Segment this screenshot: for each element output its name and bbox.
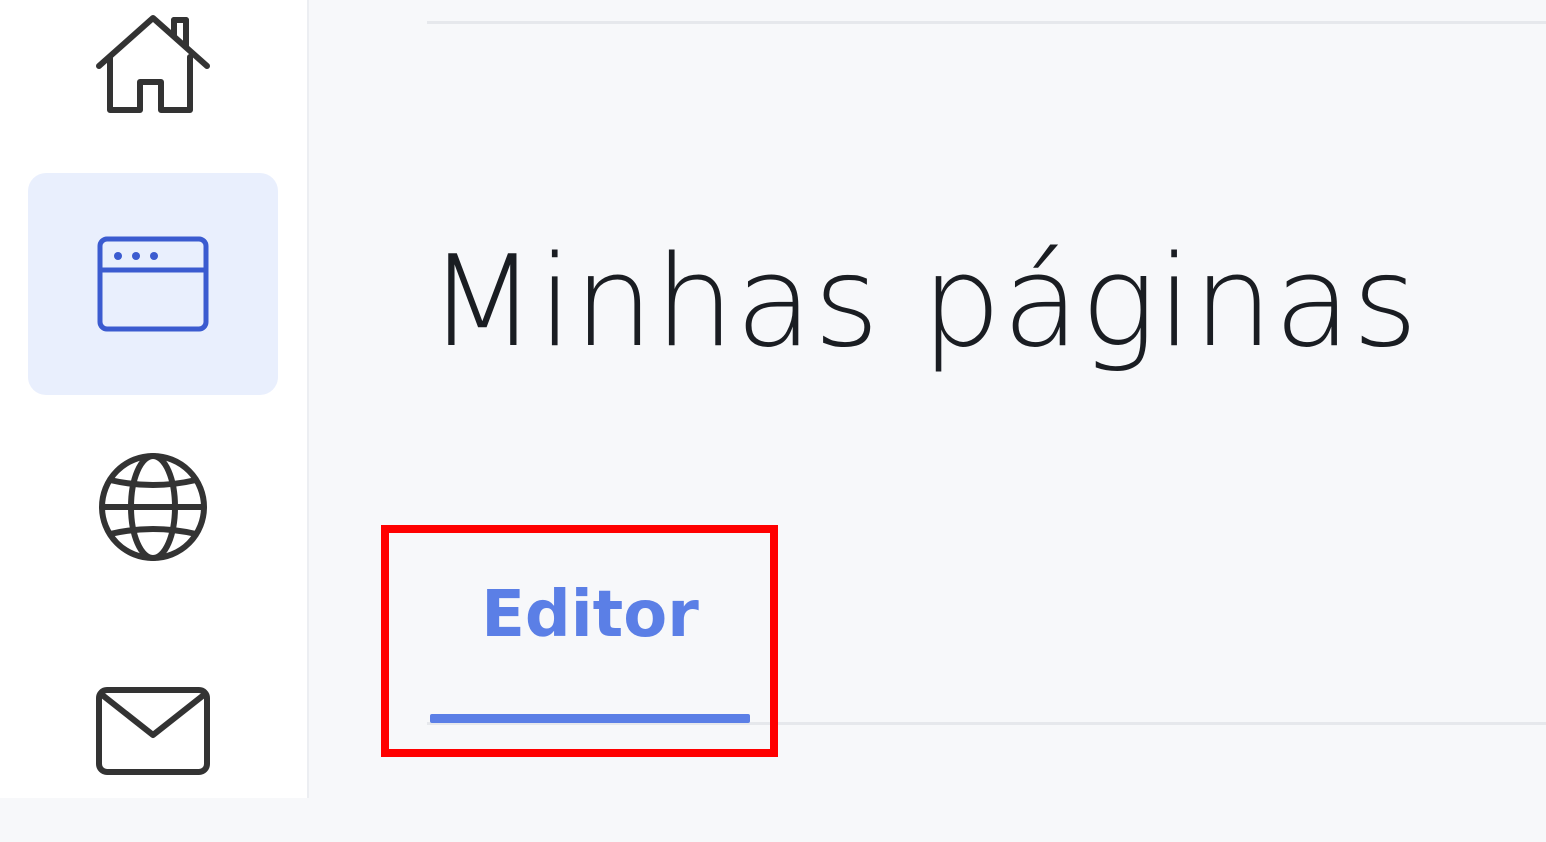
page-title: Minhas páginas: [428, 228, 1419, 375]
home-icon: [96, 15, 210, 115]
tab-editor-label: Editor: [481, 577, 699, 652]
sidebar-item-home[interactable]: [28, 0, 278, 176]
tab-active-indicator: [430, 714, 750, 723]
mail-icon: [96, 687, 210, 775]
sidebar-item-pages[interactable]: [28, 173, 278, 395]
browser-window-icon: [97, 236, 209, 332]
header-divider: [427, 21, 1546, 24]
globe-icon: [98, 452, 208, 562]
main-content: Minhas páginas Editor: [309, 0, 1546, 798]
sidebar-item-messages[interactable]: [28, 620, 278, 842]
tab-editor[interactable]: Editor: [430, 535, 750, 723]
sidebar-item-domains[interactable]: [28, 396, 278, 618]
sidebar: [0, 0, 309, 798]
